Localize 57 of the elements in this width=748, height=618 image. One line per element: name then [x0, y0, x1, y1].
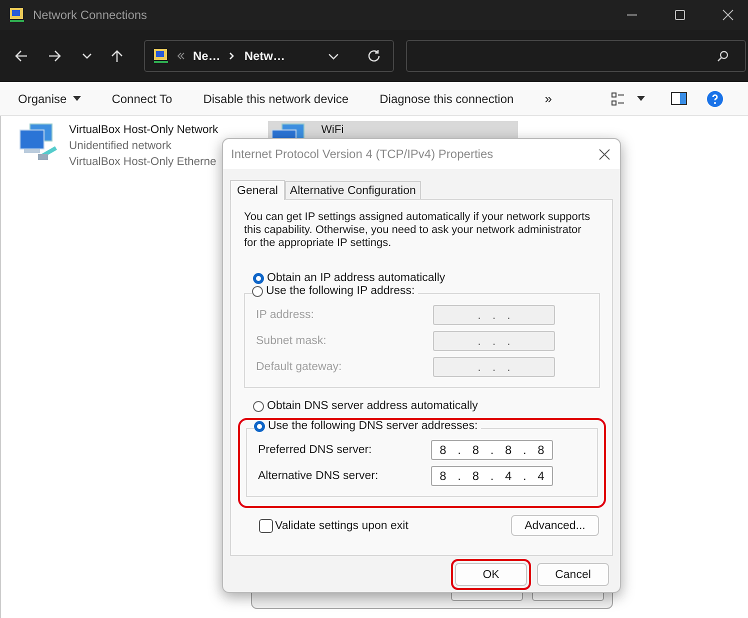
- radio-label: Use the following DNS server addresses:: [268, 420, 478, 432]
- radio-label: Obtain an IP address automatically: [267, 272, 446, 284]
- maximize-icon[interactable]: [674, 9, 686, 21]
- radio-label: Use the following IP address:: [266, 285, 415, 297]
- network-folder-icon: [9, 7, 25, 23]
- chevron-right-icon: [228, 52, 236, 60]
- help-icon[interactable]: [707, 90, 723, 106]
- checkbox[interactable]: [259, 518, 273, 532]
- dialog-button[interactable]: OK: [455, 563, 527, 586]
- radio-button[interactable]: [253, 400, 264, 412]
- breadcrumb[interactable]: Ne…: [193, 49, 220, 63]
- preview-pane-icon[interactable]: [671, 92, 687, 105]
- field-label: Default gateway:: [256, 361, 342, 373]
- breadcrumb[interactable]: Netw…: [244, 49, 286, 63]
- connection-name: VirtualBox Host-Only Network: [69, 123, 218, 138]
- field-label: Preferred DNS server:: [258, 444, 372, 456]
- view-options-icon[interactable]: [611, 92, 625, 106]
- up-arrow-icon[interactable]: [110, 49, 124, 63]
- close-icon[interactable]: [722, 9, 734, 21]
- command-button[interactable]: Organise: [8, 88, 91, 110]
- ip-address-field[interactable]: 8 . 8 . 8 . 8: [431, 440, 553, 460]
- connection-status: Unidentified network: [69, 139, 172, 154]
- search-field[interactable]: [406, 40, 746, 72]
- dialog-button[interactable]: Cancel: [537, 563, 609, 586]
- forward-arrow-icon[interactable]: [48, 49, 62, 63]
- address-bar[interactable]: Ne… Netw…: [144, 40, 394, 72]
- description-text: You can get IP settings assigned automatically if your network supports this capability. Otherwise, you need to ask your network administrator for the appropriate IP settings.: [244, 211, 592, 250]
- tab[interactable]: Alternative Configuration: [284, 181, 421, 199]
- radio-button[interactable]: [252, 286, 263, 296]
- connection-name: WiFi: [321, 123, 344, 138]
- radio-button[interactable]: [254, 420, 265, 432]
- radio-label: Obtain DNS server address automatically: [267, 400, 478, 412]
- double-chevron-icon: [177, 52, 185, 60]
- dropdown-arrow-icon: [72, 96, 81, 101]
- chevron-down-icon[interactable]: [82, 51, 92, 61]
- checkbox-label: Validate settings upon exit: [275, 520, 408, 532]
- advanced-button[interactable]: Advanced...: [511, 515, 599, 536]
- command-button[interactable]: Diagnose this connection: [370, 88, 524, 110]
- more-commands-button[interactable]: »: [534, 87, 562, 110]
- field-label: Alternative DNS server:: [258, 470, 378, 482]
- adapter-name: VirtualBox Host-Only Etherne: [69, 155, 218, 170]
- command-button[interactable]: Connect To: [102, 88, 182, 110]
- network-folder-icon: [153, 48, 169, 64]
- connection-item[interactable]: VirtualBox Host-Only Network Unidentified network VirtualBox Host-Only Etherne: [16, 121, 220, 171]
- command-button[interactable]: Disable this network device: [193, 88, 359, 110]
- dropdown-arrow-icon[interactable]: [637, 96, 645, 101]
- field-label: IP address:: [256, 309, 314, 321]
- refresh-icon[interactable]: [367, 49, 381, 63]
- field-label: Subnet mask:: [256, 335, 326, 347]
- tab[interactable]: General: [230, 180, 285, 200]
- radio-button[interactable]: [253, 272, 264, 284]
- ip-address-field[interactable]: 8 . 8 . 4 . 4: [431, 466, 553, 486]
- back-arrow-icon[interactable]: [14, 49, 28, 63]
- close-icon[interactable]: [599, 148, 610, 160]
- window-title: Network Connections: [33, 8, 148, 22]
- search-icon: [717, 50, 729, 62]
- dialog-title: Internet Protocol Version 4 (TCP/IPv4) Properties: [231, 147, 494, 161]
